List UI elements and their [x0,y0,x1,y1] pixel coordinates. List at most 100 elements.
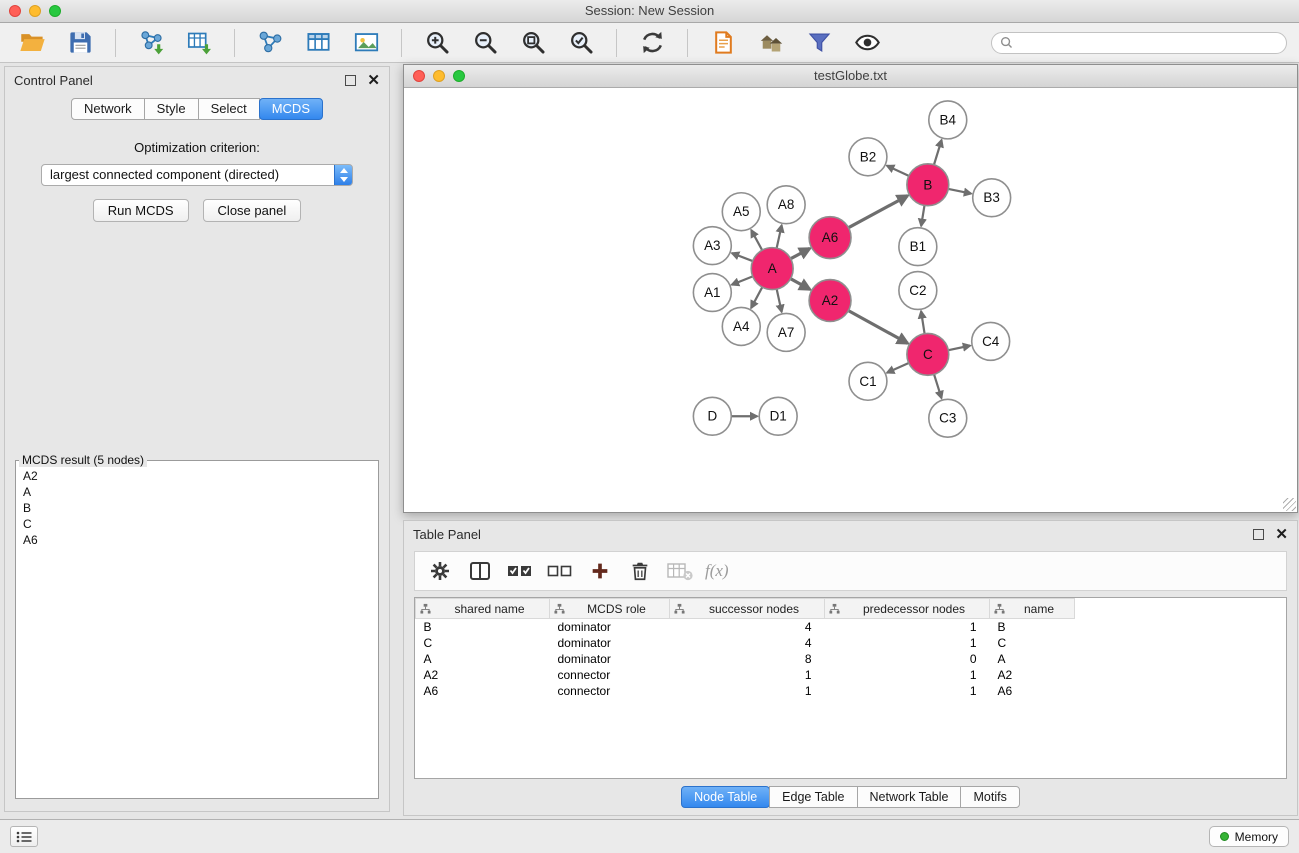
zoom-in-button[interactable] [417,26,457,60]
table-row[interactable]: A2connector11A2 [416,667,1075,683]
node-A5[interactable]: A5 [722,193,760,231]
node-A6[interactable]: A6 [809,217,851,259]
edge-A-A6[interactable] [791,248,810,258]
mcds-result-item[interactable]: A6 [18,532,376,548]
node-A8[interactable]: A8 [767,186,805,224]
table-cell[interactable]: A6 [416,683,550,699]
table-row[interactable]: A6connector11A6 [416,683,1075,699]
zoom-fit-button[interactable] [513,26,553,60]
run-mcds-button[interactable]: Run MCDS [93,199,189,222]
edge-B-B1[interactable] [921,205,924,225]
table-cell[interactable]: 1 [825,667,990,683]
task-history-button[interactable] [10,826,38,847]
table-tab-node-table[interactable]: Node Table [681,786,770,808]
mcds-result-item[interactable]: A2 [18,468,376,484]
table-cell[interactable]: 1 [825,683,990,699]
close-network-button[interactable] [413,70,425,82]
node-C2[interactable]: C2 [899,272,937,310]
edge-A-A4[interactable] [751,287,762,308]
export-network-button[interactable] [703,26,743,60]
edge-C-C4[interactable] [948,346,970,351]
table-tab-edge-table[interactable]: Edge Table [769,786,857,808]
table-cell[interactable]: 1 [825,635,990,651]
table-row[interactable]: Bdominator41B [416,619,1075,636]
new-table-button[interactable] [298,26,338,60]
close-table-panel-icon[interactable]: ✕ [1275,527,1288,542]
export-image-button[interactable] [346,26,386,60]
table-row[interactable]: Cdominator41C [416,635,1075,651]
tab-style[interactable]: Style [144,98,199,120]
node-D[interactable]: D [693,397,731,435]
table-cell[interactable]: dominator [550,651,670,667]
show-graphics-button[interactable] [847,26,887,60]
node-C1[interactable]: C1 [849,362,887,400]
table-cell[interactable]: 4 [670,635,825,651]
table-cell[interactable]: A [990,651,1075,667]
tab-mcds[interactable]: MCDS [259,98,323,120]
node-C4[interactable]: C4 [972,322,1010,360]
resize-grip[interactable] [1283,498,1296,511]
table-cell[interactable]: 8 [670,651,825,667]
edge-A-A3[interactable] [732,253,753,261]
table-cell[interactable]: 1 [670,667,825,683]
close-panel-icon[interactable]: ✕ [367,73,380,88]
edge-B-B4[interactable] [934,140,942,165]
table-cell[interactable]: B [990,619,1075,636]
node-A1[interactable]: A1 [693,274,731,312]
column-header-shared-name[interactable]: shared name [416,599,550,619]
import-network-button[interactable] [131,26,171,60]
node-A3[interactable]: A3 [693,227,731,265]
edge-A-A8[interactable] [777,225,782,248]
zoom-selected-button[interactable] [561,26,601,60]
node-D1[interactable]: D1 [759,397,797,435]
table-cell[interactable]: B [416,619,550,636]
search-field[interactable] [991,32,1287,54]
apply-layout-button[interactable] [632,26,672,60]
column-settings-button[interactable] [425,556,455,586]
table-cell[interactable]: 1 [670,683,825,699]
edge-A-A2[interactable] [791,279,810,290]
table-tab-network-table[interactable]: Network Table [857,786,962,808]
edge-C-C2[interactable] [921,311,925,333]
table-cell[interactable]: connector [550,683,670,699]
tab-network[interactable]: Network [71,98,145,120]
mcds-result-item[interactable]: A [18,484,376,500]
node-B2[interactable]: B2 [849,138,887,176]
save-session-button[interactable] [60,26,100,60]
mcds-result-item[interactable]: C [18,516,376,532]
table-cell[interactable]: 1 [825,619,990,636]
delete-column-button[interactable] [625,556,655,586]
table-cell[interactable]: dominator [550,635,670,651]
open-session-button[interactable] [12,26,52,60]
search-input[interactable] [1018,35,1278,51]
network-canvas[interactable]: AA1A2A3A4A5A6A7A8BB1B2B3B4CC1C2C3C4DD1 [404,88,1297,512]
function-builder-button[interactable]: f(x) [705,556,729,586]
edge-A-A1[interactable] [732,276,753,284]
network-window-titlebar[interactable]: testGlobe.txt [404,65,1297,88]
zoom-out-button[interactable] [465,26,505,60]
new-network-button[interactable] [250,26,290,60]
close-window-button[interactable] [9,5,21,17]
table-tab-motifs[interactable]: Motifs [960,786,1019,808]
table-cell[interactable]: A2 [990,667,1075,683]
zoom-window-button[interactable] [49,5,61,17]
tab-select[interactable]: Select [198,98,260,120]
table-cell[interactable]: A6 [990,683,1075,699]
node-B[interactable]: B [907,164,949,206]
node-B1[interactable]: B1 [899,228,937,266]
edge-A2-C[interactable] [848,311,907,344]
table-cell[interactable]: A2 [416,667,550,683]
select-all-button[interactable] [505,556,535,586]
table-cell[interactable]: connector [550,667,670,683]
table-cell[interactable]: A [416,651,550,667]
column-header-name[interactable]: name [990,599,1075,619]
edge-A6-B[interactable] [848,196,907,228]
node-A4[interactable]: A4 [722,307,760,345]
column-header-successor-nodes[interactable]: successor nodes [670,599,825,619]
criterion-dropdown[interactable]: largest connected component (directed) [41,164,353,186]
column-header-MCDS-role[interactable]: MCDS role [550,599,670,619]
table-cell[interactable]: 0 [825,651,990,667]
table-cell[interactable]: C [416,635,550,651]
zoom-network-button[interactable] [453,70,465,82]
delete-table-button[interactable] [665,556,695,586]
